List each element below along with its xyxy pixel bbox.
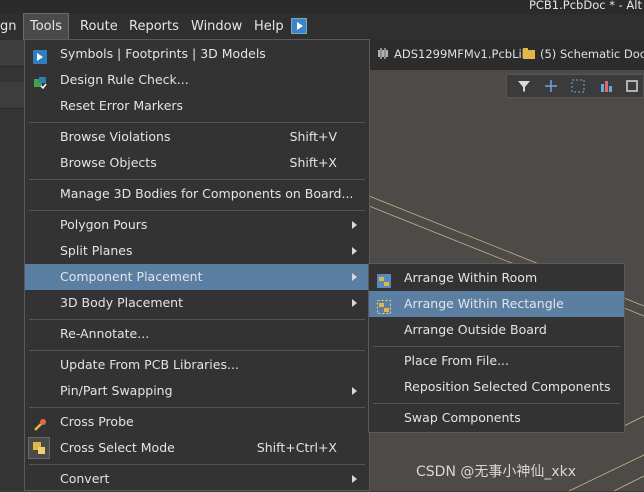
quick-access-icon[interactable]: [291, 18, 307, 34]
component-placement-submenu: Arrange Within Room Arrange Within Recta…: [368, 263, 625, 433]
menu-item-symbols-footprints[interactable]: Symbols | Footprints | 3D Models: [25, 41, 369, 67]
menu-separator: [29, 464, 365, 465]
menu-item-update-from-pcb-libraries[interactable]: Update From PCB Libraries...: [25, 352, 369, 378]
cross-probe-icon: [33, 415, 47, 431]
left-panel-band: [0, 40, 24, 67]
tab-pcblib[interactable]: ADS1299MFMv1.PcbLib: [377, 47, 529, 61]
menu-design[interactable]: gn: [0, 14, 17, 40]
menu-item-label: Pin/Part Swapping: [60, 383, 173, 398]
menu-item-label: Browse Violations: [60, 129, 171, 144]
cross-select-icon: [28, 437, 50, 459]
submenu-arrow-icon: [352, 299, 357, 307]
menu-item-label: Component Placement: [60, 269, 203, 284]
menu-item-component-placement[interactable]: Component Placement: [25, 264, 369, 290]
submenu-item-reposition-selected-components[interactable]: Reposition Selected Components: [369, 374, 624, 400]
menu-item-label: Arrange Within Room: [404, 270, 538, 285]
tab-label: ADS1299MFMv1.PcbLib: [394, 47, 529, 61]
pcblib-icon: [377, 48, 389, 59]
tab-schematic[interactable]: (5) Schematic Docum: [523, 47, 644, 61]
menu-item-label: Place From File...: [404, 353, 509, 368]
submenu-item-swap-components[interactable]: Swap Components: [369, 405, 624, 431]
canvas-toolbar: [506, 74, 644, 98]
submenu-arrow-icon: [352, 273, 357, 281]
left-panel-band: [0, 82, 24, 109]
menu-item-label: Arrange Within Rectangle: [404, 296, 564, 311]
submenu-arrow-icon: [352, 221, 357, 229]
menu-item-label: Symbols | Footprints | 3D Models: [60, 46, 266, 61]
align-icon[interactable]: [599, 79, 613, 93]
menu-item-label: Design Rule Check...: [60, 72, 189, 87]
watermark-text: CSDN @无事小神仙_xkx: [416, 464, 577, 480]
menu-item-label: Convert: [60, 471, 110, 486]
menu-item-label: 3D Body Placement: [60, 295, 184, 310]
submenu-arrow-icon: [352, 387, 357, 395]
arrange-rectangle-icon: [377, 297, 391, 314]
menu-item-label: Re-Annotate...: [60, 326, 150, 341]
shortcut-label: Shift+X: [289, 155, 337, 170]
menu-separator: [29, 350, 365, 351]
tab-label: (5) Schematic Docum: [540, 47, 644, 61]
menu-item-cross-probe[interactable]: Cross Probe: [25, 409, 369, 435]
submenu-item-arrange-outside-board[interactable]: Arrange Outside Board: [369, 317, 624, 343]
tools-menu: Symbols | Footprints | 3D Models Design …: [24, 39, 370, 491]
menu-item-label: Arrange Outside Board: [404, 322, 547, 337]
left-panel: [0, 40, 24, 491]
submenu-arrow-icon: [352, 247, 357, 255]
crosshair-icon[interactable]: [544, 79, 558, 93]
menu-item-re-annotate[interactable]: Re-Annotate...: [25, 321, 369, 347]
menu-separator: [29, 407, 365, 408]
menu-window[interactable]: Window: [191, 14, 242, 40]
filter-icon[interactable]: [517, 79, 531, 93]
menu-separator: [29, 179, 365, 180]
menu-item-reset-error-markers[interactable]: Reset Error Markers: [25, 93, 369, 119]
menu-item-3d-body-placement[interactable]: 3D Body Placement: [25, 290, 369, 316]
submenu-item-place-from-file[interactable]: Place From File...: [369, 348, 624, 374]
title-bar: PCB1.PcbDoc * - Alt: [0, 0, 644, 14]
menu-reports[interactable]: Reports: [129, 14, 179, 40]
menu-item-label: Cross Probe: [60, 414, 134, 429]
menu-item-polygon-pours[interactable]: Polygon Pours: [25, 212, 369, 238]
menu-item-label: Reposition Selected Components: [404, 379, 611, 394]
menu-bar: gn Tools Route Reports Window Help: [0, 13, 644, 41]
menu-item-label: Cross Select Mode: [60, 440, 175, 455]
arrange-room-icon: [377, 271, 391, 288]
menu-item-split-planes[interactable]: Split Planes: [25, 238, 369, 264]
menu-item-label: Browse Objects: [60, 155, 157, 170]
menu-separator: [373, 403, 620, 404]
menu-item-browse-objects[interactable]: Browse Objects Shift+X: [25, 150, 369, 176]
menu-separator: [29, 319, 365, 320]
menu-item-label: Update From PCB Libraries...: [60, 357, 239, 372]
menu-item-label: Swap Components: [404, 410, 521, 425]
document-tabs: ADS1299MFMv1.PcbLib (5) Schematic Docum: [369, 40, 644, 70]
menu-item-convert[interactable]: Convert: [25, 466, 369, 492]
component-icon[interactable]: [625, 79, 639, 93]
menu-separator: [29, 122, 365, 123]
shortcut-label: Shift+V: [289, 129, 337, 144]
menu-item-design-rule-check[interactable]: Design Rule Check...: [25, 67, 369, 93]
menu-item-label: Split Planes: [60, 243, 133, 258]
menu-separator: [373, 346, 620, 347]
window-title: PCB1.PcbDoc * - Alt: [528, 0, 642, 12]
menu-item-cross-select-mode[interactable]: Cross Select Mode Shift+Ctrl+X: [25, 435, 369, 461]
menu-help[interactable]: Help: [254, 14, 284, 40]
select-rectangle-icon[interactable]: [571, 79, 585, 93]
menu-item-label: Polygon Pours: [60, 217, 148, 232]
menu-item-manage-3d-bodies[interactable]: Manage 3D Bodies for Components on Board…: [25, 181, 369, 207]
menu-tools[interactable]: Tools: [22, 13, 70, 41]
menu-item-browse-violations[interactable]: Browse Violations Shift+V: [25, 124, 369, 150]
submenu-item-arrange-within-room[interactable]: Arrange Within Room: [369, 265, 624, 291]
shortcut-label: Shift+Ctrl+X: [256, 440, 337, 455]
menu-item-label: Reset Error Markers: [60, 98, 184, 113]
submenu-arrow-icon: [352, 475, 357, 483]
menu-separator: [29, 210, 365, 211]
menu-item-label: Manage 3D Bodies for Components on Board…: [60, 186, 354, 201]
submenu-item-arrange-within-rectangle[interactable]: Arrange Within Rectangle: [369, 291, 624, 317]
schematic-folder-icon: [523, 48, 535, 59]
menu-item-pin-part-swapping[interactable]: Pin/Part Swapping: [25, 378, 369, 404]
components-panel-icon: [33, 47, 47, 64]
drc-icon: [33, 73, 47, 90]
menu-route[interactable]: Route: [80, 14, 118, 40]
